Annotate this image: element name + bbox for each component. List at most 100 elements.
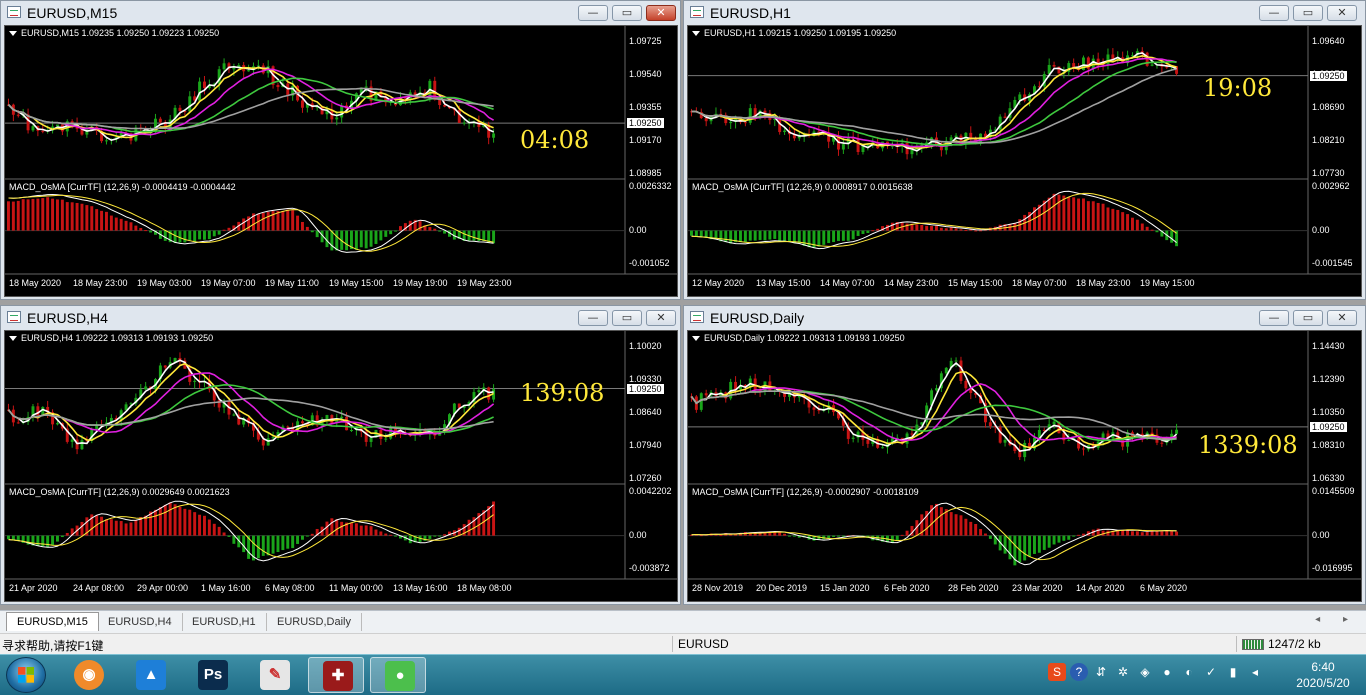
tray-icon[interactable]: ✓ <box>1202 663 1220 681</box>
macd-histogram-bar <box>851 230 855 240</box>
moving-average-line <box>7 66 494 139</box>
moving-average-line <box>691 52 1177 152</box>
macd-histogram-bar <box>768 230 772 240</box>
bar-countdown-timer: 1339:08 <box>1198 431 1298 459</box>
candle-body <box>105 140 108 142</box>
tray-icon[interactable]: ▮ <box>1224 663 1242 681</box>
macd-histogram-bar <box>188 230 192 241</box>
taskbar-app[interactable]: ● <box>370 657 426 693</box>
window-titlebar[interactable]: EURUSD,H1 — ▭ ✕ <box>684 1 1365 25</box>
candle-body <box>350 430 353 432</box>
taskbar-app[interactable]: ▲ <box>122 657 178 693</box>
price-axis-label: 1.08210 <box>1312 135 1345 145</box>
maximize-button[interactable]: ▭ <box>612 310 642 326</box>
taskbar-app[interactable]: ✎ <box>246 657 302 693</box>
price-axis-label: 1.09540 <box>629 69 662 79</box>
tray-icon[interactable]: ◐ <box>1180 663 1198 681</box>
candle-body <box>369 437 373 442</box>
close-button[interactable]: ✕ <box>1327 5 1357 21</box>
tray-icon[interactable]: ? <box>1070 663 1088 681</box>
price-chart[interactable]: EURUSD,H1 1.09215 1.09250 1.09195 1.0925… <box>687 25 1362 297</box>
tray-icon[interactable]: S <box>1048 663 1066 681</box>
macd-histogram-bar <box>301 221 304 231</box>
maximize-button[interactable]: ▭ <box>612 5 642 21</box>
taskbar-app[interactable]: ◉ <box>60 657 116 693</box>
macd-histogram-bar <box>114 520 118 536</box>
candle-body <box>56 124 59 127</box>
macd-histogram-bar <box>379 531 383 536</box>
macd-histogram-bar <box>1170 531 1174 536</box>
tray-icon[interactable]: ● <box>1158 663 1176 681</box>
candle-body <box>1003 439 1007 443</box>
taskbar-app[interactable]: ✚ <box>308 657 364 693</box>
collapse-triangle-icon[interactable] <box>9 336 17 342</box>
close-button[interactable]: ✕ <box>646 5 676 21</box>
tab-eurusd-h4[interactable]: EURUSD,H4 <box>98 613 183 631</box>
macd-histogram-bar <box>724 230 728 243</box>
macd-histogram-bar <box>974 523 978 536</box>
tray-icon[interactable]: ✲ <box>1114 663 1132 681</box>
macd-histogram-bar <box>227 227 231 231</box>
macd-histogram-bar <box>291 210 295 231</box>
candle-body <box>364 86 368 88</box>
candle-body <box>856 139 860 153</box>
macd-histogram-bar <box>915 224 919 231</box>
chart-svg <box>688 26 1361 275</box>
chart-window-m15[interactable]: EURUSD,M15 — ▭ ✕ EURUSD,M15 1.09235 1.09… <box>0 0 681 300</box>
macd-histogram-bar <box>36 198 40 231</box>
macd-histogram-bar <box>979 230 983 232</box>
macd-histogram-bar <box>345 230 349 251</box>
candle-body <box>256 65 260 67</box>
minimize-button[interactable]: — <box>578 5 608 21</box>
tray-icon[interactable]: ◂ <box>1246 663 1264 681</box>
tray-icon[interactable]: ◈ <box>1136 663 1154 681</box>
price-chart[interactable]: EURUSD,H4 1.09222 1.09313 1.09193 1.0925… <box>4 330 678 602</box>
taskbar-app[interactable]: Ps <box>184 657 240 693</box>
maximize-button[interactable]: ▭ <box>1293 310 1323 326</box>
close-button[interactable]: ✕ <box>1327 310 1357 326</box>
macd-histogram-bar <box>276 535 280 553</box>
macd-histogram-bar <box>959 229 963 231</box>
macd-histogram-bar <box>56 535 59 542</box>
macd-histogram-bar <box>1042 535 1046 550</box>
candle-body <box>163 365 167 368</box>
tray-icon[interactable]: ⇵ <box>1092 663 1110 681</box>
macd-histogram-bar <box>1140 223 1144 231</box>
price-chart[interactable]: EURUSD,M15 1.09235 1.09250 1.09223 1.092… <box>4 25 678 297</box>
taskbar-clock[interactable]: 6:40 2020/5/20 <box>1288 659 1358 691</box>
macd-histogram-bar <box>374 529 378 536</box>
collapse-triangle-icon[interactable] <box>9 31 17 37</box>
minimize-button[interactable]: — <box>1259 310 1289 326</box>
time-axis-label: 19 May 15:00 <box>329 278 384 288</box>
macd-histogram-bar <box>188 509 192 536</box>
time-axis-label: 23 Mar 2020 <box>1012 583 1063 593</box>
macd-histogram-bar <box>75 202 79 231</box>
minimize-button[interactable]: — <box>578 310 608 326</box>
chart-window-daily[interactable]: EURUSD,Daily — ▭ ✕ EURUSD,Daily 1.09222 … <box>683 305 1366 605</box>
macd-histogram-bar <box>920 224 924 231</box>
tab-scroll-arrows[interactable]: ◂ ▸ <box>1315 614 1358 625</box>
macd-histogram-bar <box>354 230 358 250</box>
window-titlebar[interactable]: EURUSD,Daily — ▭ ✕ <box>684 306 1365 330</box>
collapse-triangle-icon[interactable] <box>692 336 700 342</box>
candle-body <box>1160 442 1164 444</box>
candle-body <box>144 386 148 390</box>
window-titlebar[interactable]: EURUSD,M15 — ▭ ✕ <box>1 1 680 25</box>
window-titlebar[interactable]: EURUSD,H4 — ▭ ✕ <box>1 306 680 330</box>
macd-histogram-bar <box>729 230 733 244</box>
price-chart[interactable]: EURUSD,Daily 1.09222 1.09313 1.09193 1.0… <box>687 330 1362 602</box>
tab-eurusd-m15[interactable]: EURUSD,M15 <box>6 612 99 631</box>
macd-histogram-bar <box>203 515 206 536</box>
minimize-button[interactable]: — <box>1259 5 1289 21</box>
tab-eurusd-h1[interactable]: EURUSD,H1 <box>182 613 267 631</box>
start-button[interactable] <box>6 657 46 693</box>
collapse-triangle-icon[interactable] <box>692 31 700 37</box>
tab-eurusd-daily[interactable]: EURUSD,Daily <box>267 613 362 631</box>
chart-window-h4[interactable]: EURUSD,H4 — ▭ ✕ EURUSD,H4 1.09222 1.0931… <box>0 305 681 605</box>
chart-window-h1[interactable]: EURUSD,H1 — ▭ ✕ EURUSD,H1 1.09215 1.0925… <box>683 0 1366 300</box>
macd-histogram-bar <box>1145 531 1149 536</box>
close-button[interactable]: ✕ <box>646 310 676 326</box>
ohlc-readout: EURUSD,M15 1.09235 1.09250 1.09223 1.092… <box>9 28 219 38</box>
maximize-button[interactable]: ▭ <box>1293 5 1323 21</box>
macd-histogram-bar <box>1013 535 1017 566</box>
